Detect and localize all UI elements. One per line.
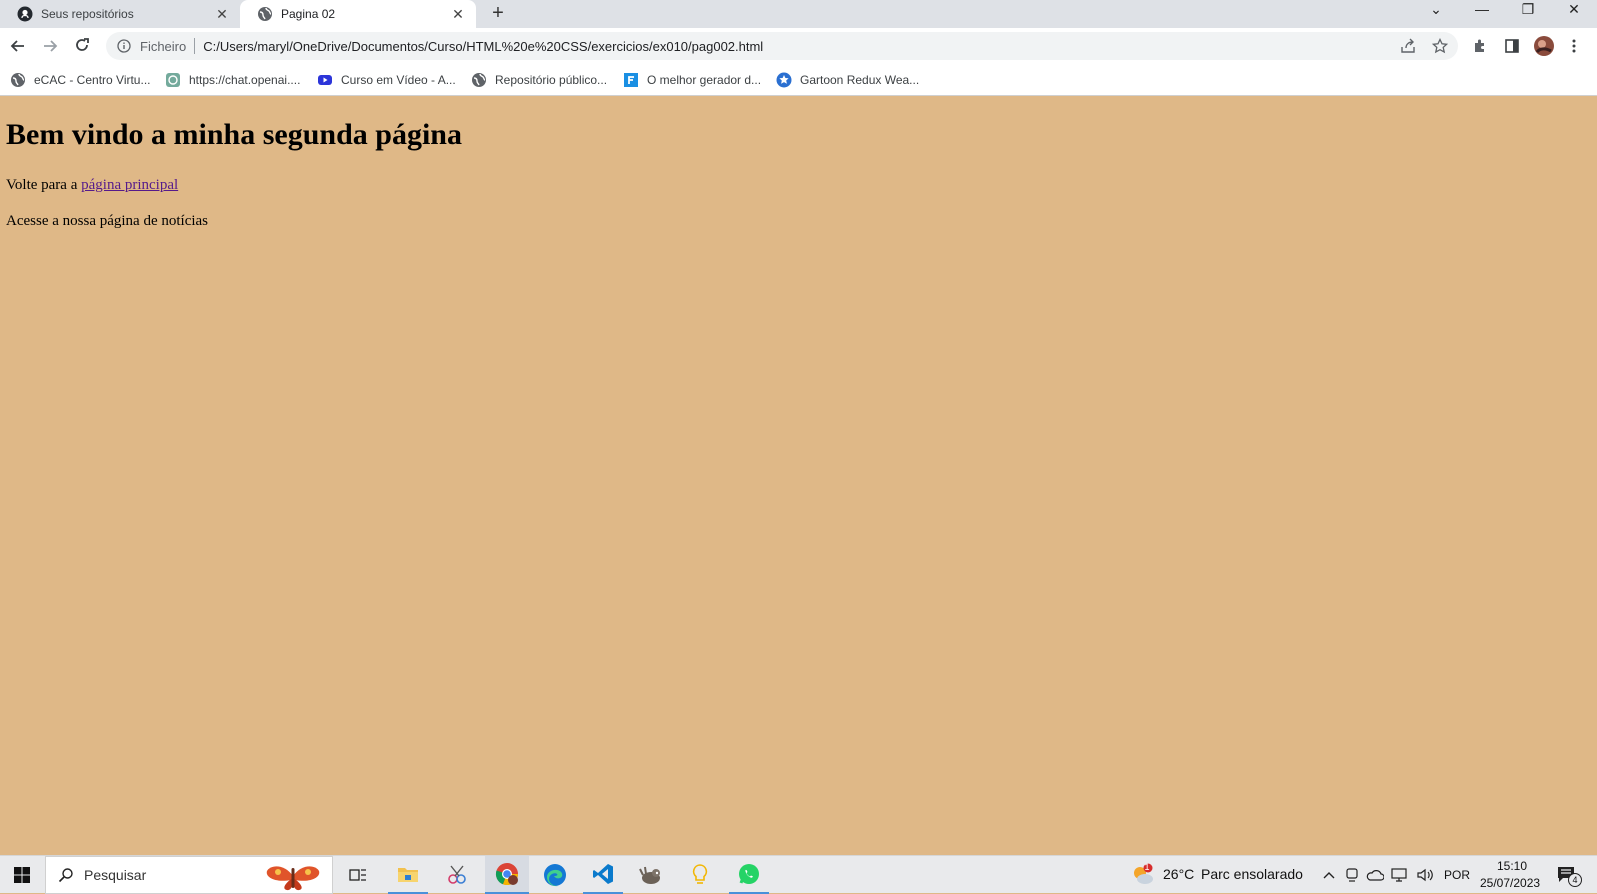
globe-icon <box>10 72 26 88</box>
bookmark-repositorio-publico[interactable]: Repositório público... <box>471 70 607 90</box>
taskbar: Pesquisar 1 26°C Parc ensolarado POR 15:… <box>0 855 1597 894</box>
tab-title: Pagina 02 <box>281 7 336 21</box>
close-window-icon[interactable]: ✕ <box>1552 0 1596 28</box>
bookmark-curso-em-video[interactable]: Curso em Vídeo - A... <box>317 70 456 90</box>
bookmark-star-icon[interactable] <box>1428 34 1452 58</box>
language-indicator[interactable]: POR <box>1444 868 1470 882</box>
bookmark-label: https://chat.openai.... <box>189 73 301 87</box>
moth-illustration-icon <box>264 859 322 893</box>
bookmark-label: Gartoon Redux Wea... <box>800 73 920 87</box>
network-icon[interactable] <box>1389 856 1411 894</box>
taskbar-search[interactable]: Pesquisar <box>45 856 333 894</box>
star-badge-icon <box>776 72 792 88</box>
bookmark-ecac[interactable]: eCAC - Centro Virtu... <box>10 70 150 90</box>
bookmark-gartoon[interactable]: Gartoon Redux Wea... <box>776 70 919 90</box>
profile-avatar[interactable] <box>1532 34 1556 58</box>
search-icon <box>58 867 74 883</box>
close-icon[interactable]: ✕ <box>214 6 230 22</box>
openai-icon <box>165 72 181 88</box>
clock-date[interactable]: 25/07/2023 <box>1480 876 1540 890</box>
address-bar[interactable]: Ficheiro C:/Users/maryl/OneDrive/Documen… <box>106 32 1458 60</box>
separator <box>194 38 196 54</box>
tab-seus-repositorios[interactable]: Seus repositórios ✕ <box>0 0 240 28</box>
tab-strip: Seus repositórios ✕ Pagina 02 ✕ + ⌄ — ❐ … <box>0 0 1597 28</box>
weather-description[interactable]: Parc ensolarado <box>1201 866 1303 882</box>
bookmark-gerador[interactable]: O melhor gerador d... <box>623 70 761 90</box>
scheme-label: Ficheiro <box>140 38 187 54</box>
tab-search-icon[interactable]: ⌄ <box>1414 0 1458 28</box>
weather-temperature[interactable]: 26°C <box>1163 866 1194 882</box>
tips-lightbulb-icon[interactable] <box>680 856 720 894</box>
minimize-icon[interactable]: — <box>1460 0 1504 28</box>
url-text[interactable]: C:/Users/maryl/OneDrive/Documentos/Curso… <box>203 39 763 54</box>
windows-start-icon[interactable] <box>0 856 44 894</box>
bookmarks-bar: eCAC - Centro Virtu... https://chat.open… <box>0 64 1597 96</box>
page-heading: Bem vindo a minha segunda página <box>6 118 462 151</box>
globe-icon <box>471 72 487 88</box>
github-icon <box>17 6 33 22</box>
restore-icon[interactable]: ❐ <box>1506 0 1550 28</box>
bookmark-label: O melhor gerador d... <box>647 73 762 87</box>
edge-icon[interactable] <box>535 856 575 894</box>
f-icon <box>623 72 639 88</box>
new-tab-button[interactable]: + <box>487 3 509 25</box>
browser-toolbar: Ficheiro C:/Users/maryl/OneDrive/Documen… <box>0 28 1597 64</box>
back-prefix: Volte para a <box>6 177 82 193</box>
info-icon[interactable] <box>116 38 132 54</box>
chevron-up-icon[interactable] <box>1319 856 1339 894</box>
tab-title: Seus repositórios <box>41 7 134 21</box>
onedrive-cloud-icon[interactable] <box>1364 856 1386 894</box>
extensions-icon[interactable] <box>1468 34 1492 58</box>
menu-icon[interactable] <box>1562 34 1586 58</box>
bookmark-label: eCAC - Centro Virtu... <box>34 73 151 87</box>
globe-icon <box>257 6 273 22</box>
file-explorer-icon[interactable] <box>388 856 428 894</box>
news-paragraph: Acesse a nossa página de notícias <box>6 213 209 229</box>
notifications-icon[interactable]: 4 <box>1552 856 1582 894</box>
tab-pagina-02[interactable]: Pagina 02 ✕ <box>240 0 476 28</box>
gimp-icon[interactable] <box>631 856 671 894</box>
task-view-icon[interactable] <box>340 856 376 894</box>
bookmark-label: Repositório público... <box>495 73 608 87</box>
close-icon[interactable]: ✕ <box>450 6 466 22</box>
page-content: Bem vindo a minha segunda página Volte p… <box>0 97 1597 855</box>
side-panel-icon[interactable] <box>1500 34 1524 58</box>
clock-time[interactable]: 15:10 <box>1497 859 1527 873</box>
back-arrow-icon[interactable] <box>6 34 30 58</box>
chrome-icon[interactable] <box>485 856 529 894</box>
reload-icon[interactable] <box>70 34 94 58</box>
weather-badge: 1 <box>1144 862 1150 872</box>
main-page-link[interactable]: página principal <box>81 177 178 193</box>
share-icon[interactable] <box>1396 34 1420 58</box>
weather-icon[interactable]: 1 <box>1130 856 1156 894</box>
whatsapp-icon[interactable] <box>729 856 769 894</box>
speaker-volume-icon[interactable] <box>1414 856 1436 894</box>
vscode-icon[interactable] <box>583 856 623 894</box>
snipping-tool-icon[interactable] <box>437 856 477 894</box>
search-placeholder: Pesquisar <box>84 867 147 883</box>
back-paragraph: Volte para a página principal <box>6 177 178 194</box>
notification-count-badge: 4 <box>1568 873 1582 887</box>
bookmark-chat-openai[interactable]: https://chat.openai.... <box>165 70 300 90</box>
forward-arrow-icon[interactable] <box>38 34 62 58</box>
bookmark-label: Curso em Vídeo - A... <box>341 73 456 87</box>
youtube-icon <box>317 72 333 88</box>
meet-now-icon[interactable] <box>1342 856 1362 894</box>
